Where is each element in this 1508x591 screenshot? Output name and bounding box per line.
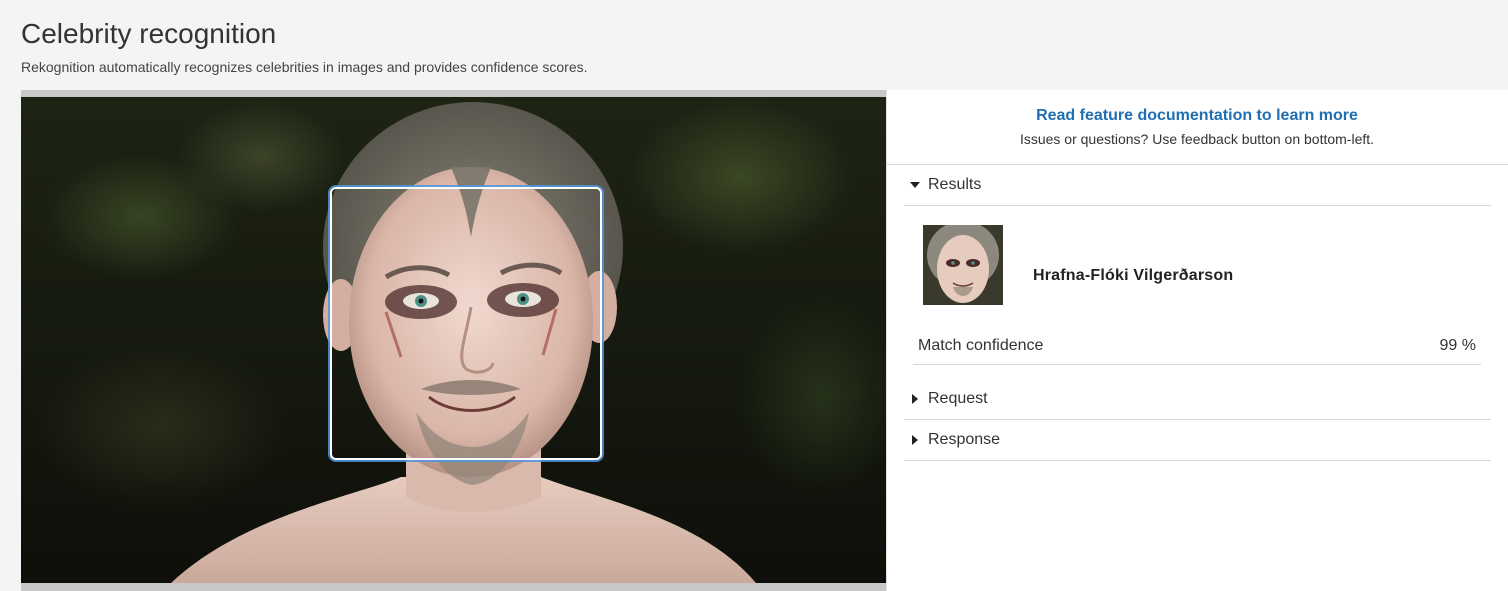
feedback-note: Issues or questions? Use feedback button… <box>1019 131 1375 147</box>
page-subtitle: Rekognition automatically recognizes cel… <box>21 59 588 75</box>
face-bounding-box[interactable] <box>330 187 602 460</box>
documentation-link[interactable]: Read feature documentation to learn more <box>887 107 1507 125</box>
match-confidence-label: Match confidence <box>918 336 1044 354</box>
match-confidence-row: Match confidence 99 % <box>913 327 1481 365</box>
results-section-header[interactable]: Results <box>904 165 1491 206</box>
request-section-header[interactable]: Request <box>904 379 1491 420</box>
analyzed-image <box>21 97 886 583</box>
request-label: Request <box>928 390 988 407</box>
response-label: Response <box>928 431 1001 448</box>
response-section-header[interactable]: Response <box>904 420 1491 461</box>
info-panel: Read feature documentation to learn more… <box>886 90 1508 591</box>
caret-right-icon <box>906 390 924 408</box>
celebrity-name: Hrafna-Flóki Vilgerðarson <box>1033 267 1234 284</box>
caret-down-icon <box>906 176 924 194</box>
page-title: Celebrity recognition <box>21 18 277 49</box>
caret-right-icon <box>906 431 924 449</box>
match-confidence-value: 99 % <box>1439 336 1476 354</box>
image-panel <box>21 90 886 591</box>
celebrity-thumbnail <box>923 225 1003 305</box>
results-label: Results <box>928 176 982 193</box>
